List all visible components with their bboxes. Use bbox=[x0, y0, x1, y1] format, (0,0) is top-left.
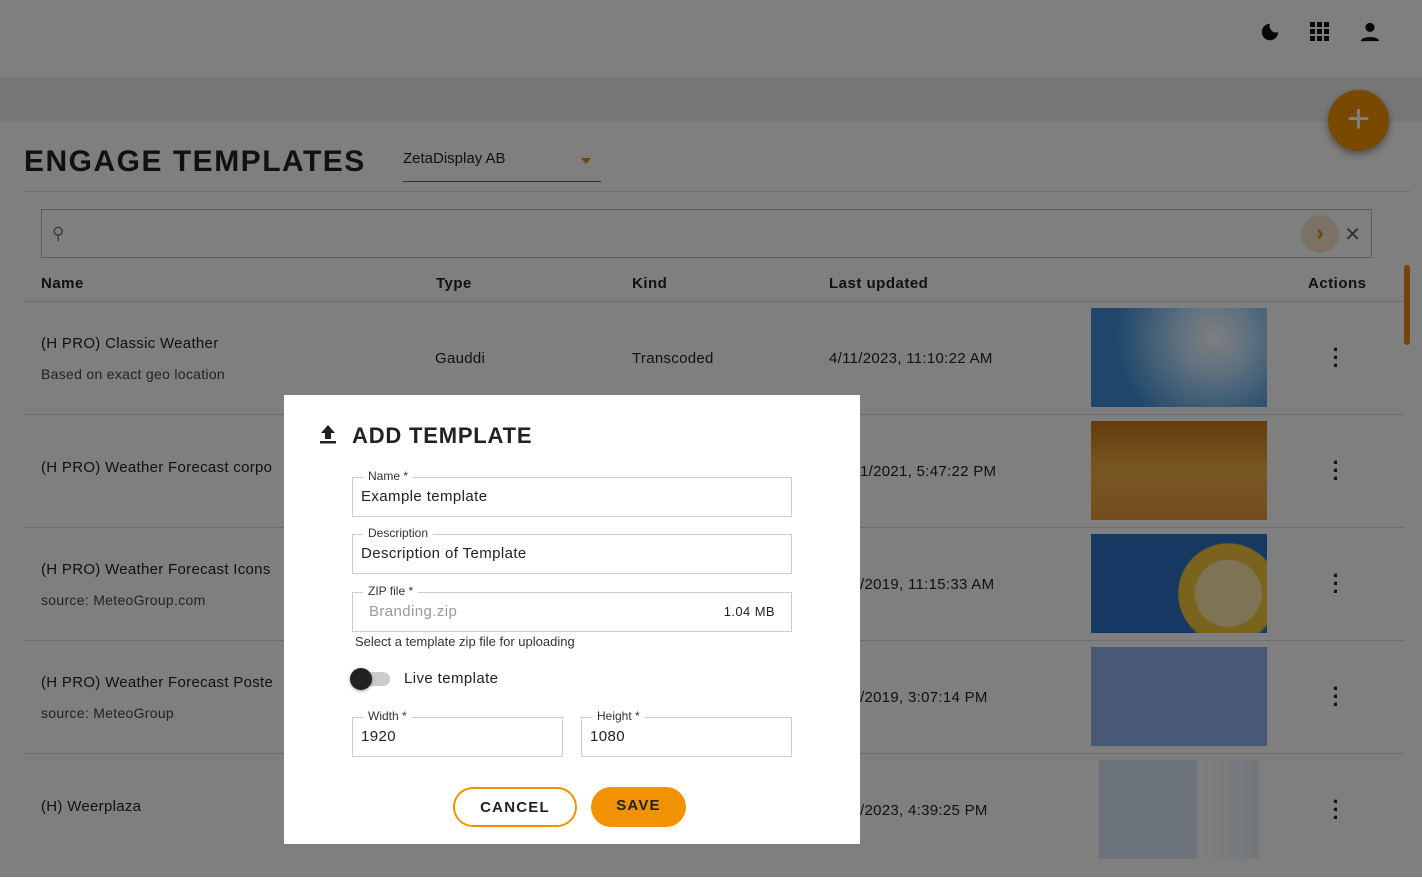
zip-filename: Branding.zip bbox=[369, 603, 458, 620]
name-value: Example template bbox=[361, 488, 488, 505]
zip-size: 1.04 MB bbox=[723, 604, 775, 619]
description-value: Description of Template bbox=[361, 545, 527, 562]
width-label: Width * bbox=[363, 709, 412, 723]
dialog-title: ADD TEMPLATE bbox=[352, 423, 533, 448]
height-label: Height * bbox=[592, 709, 645, 723]
width-value: 1920 bbox=[361, 728, 396, 745]
cancel-button[interactable]: CANCEL bbox=[453, 787, 577, 827]
zip-label: ZIP file * bbox=[363, 584, 419, 598]
description-field[interactable]: Description Description of Template bbox=[352, 526, 792, 574]
zip-file-field[interactable]: ZIP file * Branding.zip 1.04 MB bbox=[352, 584, 792, 632]
width-field[interactable]: Width * 1920 bbox=[352, 709, 563, 757]
live-template-label: Live template bbox=[404, 670, 499, 687]
name-field[interactable]: Name * Example template bbox=[352, 469, 792, 517]
live-template-toggle[interactable] bbox=[350, 668, 392, 690]
description-label: Description bbox=[363, 526, 434, 540]
name-label: Name * bbox=[363, 469, 414, 483]
height-field[interactable]: Height * 1080 bbox=[581, 709, 792, 757]
save-button[interactable]: SAVE bbox=[591, 787, 686, 827]
zip-helper-text: Select a template zip file for uploading bbox=[355, 634, 575, 649]
height-value: 1080 bbox=[590, 728, 625, 745]
upload-icon bbox=[320, 425, 336, 444]
add-template-dialog: ADD TEMPLATE Name * Example template Des… bbox=[284, 395, 860, 844]
